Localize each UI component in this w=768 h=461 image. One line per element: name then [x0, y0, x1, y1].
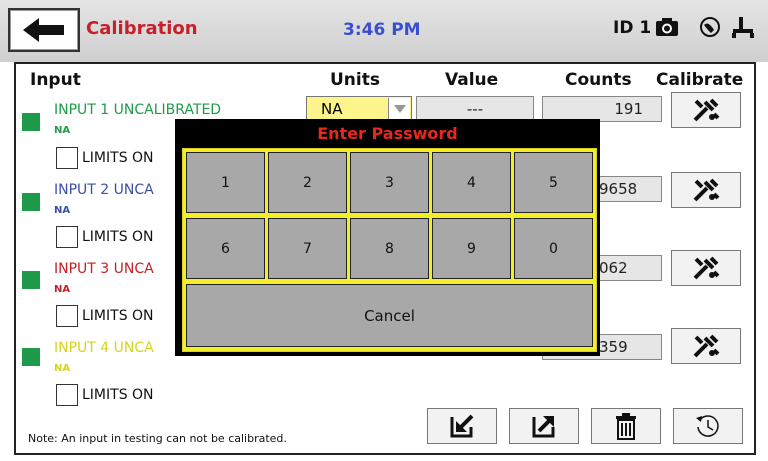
input-1-limits[interactable]: LIMITS ON: [56, 147, 154, 169]
input-3-limits-label: LIMITS ON: [82, 308, 154, 324]
note-text: Note: An input in testing can not be cal…: [28, 432, 287, 445]
input-4-unit: NA: [54, 363, 71, 374]
input-2-unit: NA: [54, 205, 71, 216]
input-2-name[interactable]: INPUT 2 UNCA: [54, 182, 154, 198]
key-5[interactable]: 5: [514, 152, 593, 213]
cancel-button[interactable]: Cancel: [186, 284, 593, 347]
input-3-unit: NA: [54, 284, 71, 295]
input-3-name[interactable]: INPUT 3 UNCA: [54, 261, 154, 277]
input-1-color-swatch: [22, 113, 40, 131]
history-button[interactable]: [673, 408, 743, 444]
column-header-value: Value: [445, 70, 499, 90]
column-header-input: Input: [30, 70, 81, 90]
keypad: 1 2 3 4 5 6 7 8 9 0 Cancel: [182, 148, 597, 352]
clock-time: 3:46 PM: [343, 20, 421, 40]
column-header-counts: Counts: [565, 70, 632, 90]
input-3-color-swatch: [22, 271, 40, 289]
key-6[interactable]: 6: [186, 218, 265, 279]
input-1-name[interactable]: INPUT 1 UNCALIBRATED: [54, 102, 221, 118]
input-2-calibrate-button[interactable]: [671, 172, 741, 208]
column-header-calibrate: Calibrate: [656, 70, 744, 90]
back-button[interactable]: [8, 8, 80, 52]
network-icon[interactable]: [699, 16, 721, 38]
device-id: ID 1: [613, 18, 652, 38]
key-1[interactable]: 1: [186, 152, 265, 213]
input-3-limits[interactable]: LIMITS ON: [56, 305, 154, 327]
input-1-unit: NA: [54, 125, 71, 136]
key-3[interactable]: 3: [350, 152, 429, 213]
input-2-limits-checkbox[interactable]: [56, 226, 78, 248]
column-header-units: Units: [330, 70, 380, 90]
key-7[interactable]: 7: [268, 218, 347, 279]
chevron-down-icon[interactable]: [388, 98, 410, 120]
input-1-limits-label: LIMITS ON: [82, 150, 154, 166]
input-2-color-swatch: [22, 193, 40, 211]
tools-icon: [693, 98, 720, 122]
input-2-limits[interactable]: LIMITS ON: [56, 226, 154, 248]
key-0[interactable]: 0: [514, 218, 593, 279]
dialog-title: Enter Password: [317, 124, 458, 143]
delete-button[interactable]: [591, 408, 661, 444]
import-icon: [450, 414, 474, 438]
input-3-limits-checkbox[interactable]: [56, 305, 78, 327]
header-bar: Calibration 3:46 PM ID 1: [0, 0, 768, 62]
input-1-calibrate-button[interactable]: [671, 92, 741, 128]
usb-icon[interactable]: [730, 16, 756, 40]
import-button[interactable]: [427, 408, 497, 444]
back-arrow-icon: [23, 18, 64, 42]
key-9[interactable]: 9: [432, 218, 511, 279]
key-4[interactable]: 4: [432, 152, 511, 213]
history-icon: [696, 415, 719, 437]
input-4-name[interactable]: INPUT 4 UNCA: [54, 340, 154, 356]
input-4-limits-checkbox[interactable]: [56, 384, 78, 406]
key-2[interactable]: 2: [268, 152, 347, 213]
key-8[interactable]: 8: [350, 218, 429, 279]
input-4-calibrate-button[interactable]: [671, 328, 741, 364]
tools-icon: [693, 178, 720, 202]
input-2-limits-label: LIMITS ON: [82, 229, 154, 245]
trash-icon: [616, 413, 636, 440]
input-4-limits[interactable]: LIMITS ON: [56, 384, 154, 406]
camera-icon[interactable]: [655, 16, 679, 38]
input-1-units-value: NA: [321, 100, 343, 118]
export-button[interactable]: [509, 408, 579, 444]
tools-icon: [693, 334, 720, 358]
input-3-calibrate-button[interactable]: [671, 250, 741, 286]
export-icon: [532, 416, 555, 438]
password-dialog: Enter Password 1 2 3 4 5 6 7 8 9 0 Cance…: [175, 119, 600, 356]
input-4-limits-label: LIMITS ON: [82, 387, 154, 403]
tools-icon: [693, 256, 720, 280]
page-title: Calibration: [86, 18, 198, 39]
input-4-color-swatch: [22, 348, 40, 366]
input-1-limits-checkbox[interactable]: [56, 147, 78, 169]
